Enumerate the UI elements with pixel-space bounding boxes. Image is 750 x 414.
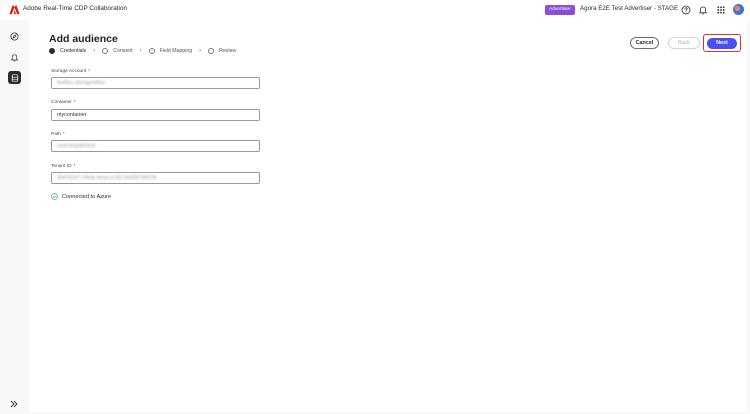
tenant-id-input[interactable]: 0b47b2e7-94eb-4cea-a7d2-6eb9576602b [51,172,260,184]
label-text: Path [51,132,61,137]
input-value: 0b47b2e7-94eb-4cea-a7d2-6eb9576602b [57,175,157,181]
required-marker: * [73,164,76,169]
notification-bell-icon[interactable] [698,5,708,15]
required-marker: * [88,69,91,74]
cancel-button[interactable]: Cancel [630,37,659,49]
sidebar-item-audiences[interactable] [8,71,21,84]
step-label: Credentials [60,48,87,54]
step-progress: Credentials › Consent › Field Mapping › … [49,47,236,55]
label-text: Tenant ID [51,164,72,169]
help-icon[interactable] [681,5,691,15]
step-field-mapping[interactable]: Field Mapping [148,48,193,54]
next-button-highlight: Next [703,34,741,52]
chevron-right-icon: › [139,48,142,54]
input-value: source/path/test [57,143,96,149]
path-label: Path * [51,132,65,137]
path-input[interactable]: source/path/test [51,140,260,152]
left-sidebar [0,20,29,414]
top-bar: Adobe Real-Time CDP Collaboration Advert… [0,0,750,20]
user-avatar[interactable] [733,4,744,15]
main-panel: Add audience Credentials › Consent › Fie… [29,20,747,412]
required-marker: * [62,132,65,137]
input-value: testfoo.storageabba [57,80,105,86]
step-review[interactable]: Review [208,48,236,54]
required-marker: * [73,100,76,105]
step-credentials[interactable]: Credentials [49,48,86,54]
step-current-indicator [49,48,55,54]
tenant-id-label: Tenant ID * [51,164,75,169]
step-label: Review [219,48,237,54]
bell-alert-icon [10,54,19,62]
chevron-right-icon: › [93,48,96,54]
audience-data-icon [11,73,18,82]
back-button[interactable]: Back [668,37,700,49]
next-button[interactable]: Next [707,37,737,49]
label-text: Container [51,100,72,105]
chevron-right-icon: › [199,48,202,54]
connection-status: Connected to Azure [51,193,111,200]
step-indicator [102,48,109,54]
app-switcher-icon[interactable] [716,5,726,15]
storage-account-input[interactable]: testfoo.storageabba [51,77,260,89]
step-label: Consent [113,48,133,54]
input-value: mycontainer [57,112,87,118]
page-title: Add audience [49,33,118,45]
container-input[interactable]: mycontainer [51,109,260,121]
org-switcher[interactable]: Agora E2E Test Advertiser - STAGE [580,5,678,12]
step-consent[interactable]: Consent [102,48,133,54]
chevron-double-right-icon[interactable] [9,399,19,409]
app-title: Adobe Real-Time CDP Collaboration [23,5,128,12]
status-text: Connected to Azure [62,193,112,200]
sidebar-item-home[interactable] [8,30,21,43]
checkmark-circle-icon [51,193,58,200]
step-indicator [208,48,215,54]
storage-account-label: Storage Account * [51,69,90,74]
label-text: Storage Account [51,69,87,74]
step-indicator [148,48,155,54]
sidebar-item-alerts[interactable] [8,51,21,64]
container-label: Container * [51,100,76,105]
compass-icon [10,32,19,41]
step-label: Field Mapping [159,48,193,54]
role-badge: Advertiser [545,5,575,15]
adobe-logo-icon[interactable] [9,4,20,15]
